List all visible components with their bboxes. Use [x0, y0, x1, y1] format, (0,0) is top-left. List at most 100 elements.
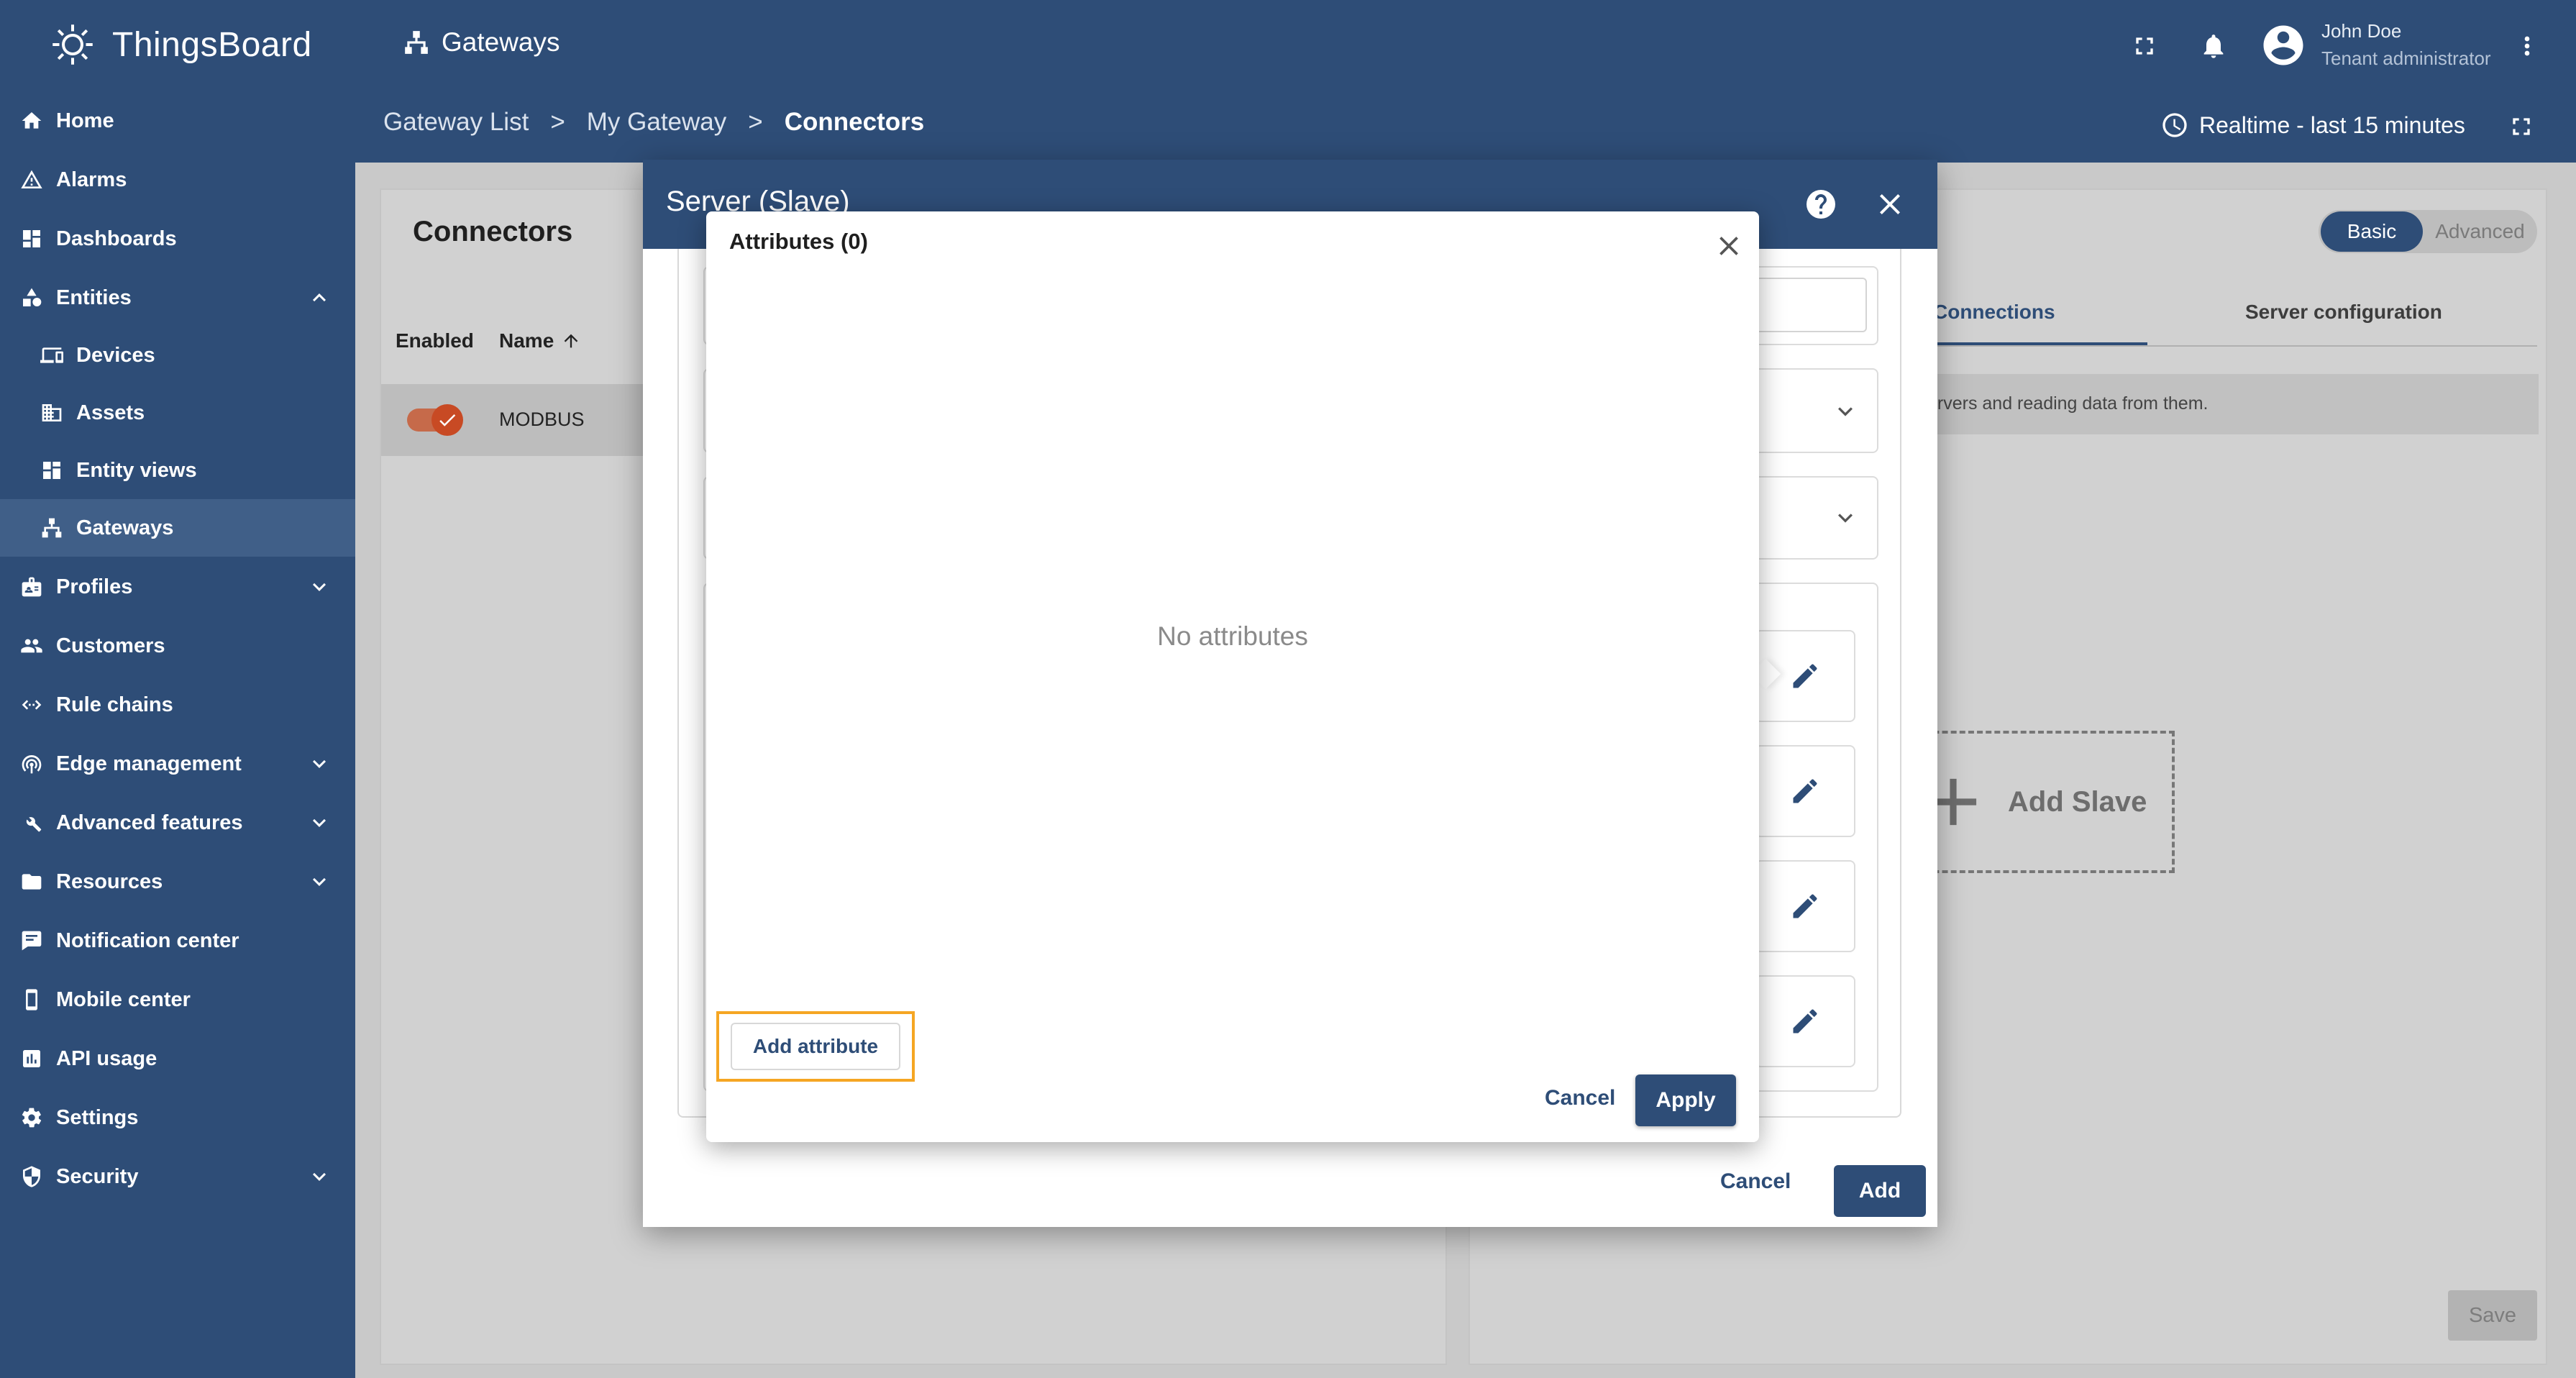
more-vert-icon[interactable]	[2510, 29, 2544, 63]
close-icon[interactable]	[1713, 230, 1745, 262]
sidebar-item-label: Profiles	[56, 575, 133, 598]
save-button[interactable]: Save	[2448, 1290, 2537, 1341]
logo[interactable]: ThingsBoard	[46, 16, 312, 73]
avatar[interactable]	[2260, 22, 2307, 69]
sidebar-item-api-usage[interactable]: API usage	[0, 1030, 355, 1087]
popover-apply-button[interactable]: Apply	[1635, 1074, 1736, 1126]
breadcrumb-connectors: Connectors	[784, 108, 925, 136]
sidebar-item-label: Security	[56, 1164, 139, 1188]
popover-cancel-button[interactable]: Cancel	[1545, 1086, 1615, 1110]
pencil-icon	[1793, 1009, 1817, 1034]
connectors-title: Connectors	[413, 216, 573, 247]
sidebar-item-label: Edge management	[56, 752, 242, 775]
sidebar-item-resources[interactable]: Resources	[0, 853, 355, 911]
add-slave-button[interactable]: Add Slave	[1907, 731, 2175, 873]
sidebar-item-mobile-center[interactable]: Mobile center	[0, 971, 355, 1028]
assets-icon	[39, 400, 65, 426]
gateways-icon	[405, 31, 428, 54]
user-role: Tenant administrator	[2321, 47, 2491, 69]
sidebar-item-rule-chains[interactable]: Rule chains	[0, 676, 355, 734]
sidebar-item-gateways[interactable]: Gateways	[0, 499, 355, 557]
tab-server-configuration[interactable]: Server configuration	[2245, 301, 2442, 324]
edit-button[interactable]	[1755, 745, 1855, 837]
dialog-add-button[interactable]: Add	[1834, 1165, 1926, 1217]
sidebar-item-home[interactable]: Home	[0, 92, 355, 150]
brand-name: ThingsBoard	[112, 25, 312, 64]
chevron-down-icon[interactable]	[1831, 397, 1860, 426]
arrow-up-icon	[564, 334, 578, 348]
sidebar-item-label: Customers	[56, 634, 165, 657]
sidebar-item-label: Devices	[76, 343, 155, 367]
fullscreen-icon[interactable]	[2127, 29, 2162, 63]
add-attribute-button[interactable]: Add attribute	[731, 1023, 900, 1070]
edge-icon	[19, 751, 45, 777]
user-name: John Doe	[2321, 20, 2402, 42]
sidebar-item-settings[interactable]: Settings	[0, 1089, 355, 1146]
breadcrumb-gateway-list[interactable]: Gateway List	[383, 108, 529, 137]
sidebar-item-customers[interactable]: Customers	[0, 617, 355, 675]
sidebar-item-entities[interactable]: Entities	[0, 269, 355, 327]
chevron-down-icon	[306, 1164, 332, 1190]
sidebar-item-dashboards[interactable]: Dashboards	[0, 210, 355, 268]
attributes-popover	[706, 211, 1759, 1142]
sidebar-item-assets[interactable]: Assets	[0, 384, 355, 442]
toggle-knob	[431, 404, 463, 436]
help-icon[interactable]	[1804, 187, 1838, 222]
edit-button[interactable]	[1755, 975, 1855, 1067]
sidebar-item-entity-views[interactable]: Entity views	[0, 442, 355, 499]
mode-advanced-button[interactable]: Advanced	[2423, 220, 2537, 243]
devices-icon	[39, 342, 65, 368]
thingsboard-logo-icon	[52, 24, 93, 65]
profiles-icon	[19, 574, 45, 600]
sidebar-item-label: Advanced features	[56, 811, 243, 834]
sidebar-item-label: Dashboards	[56, 227, 177, 250]
empty-state-text: No attributes	[1157, 621, 1308, 651]
sidebar-item-edge-management[interactable]: Edge management	[0, 735, 355, 793]
sidebar-item-label: Entities	[56, 286, 132, 309]
tab-connections[interactable]: Connections	[1933, 301, 2055, 324]
chevron-down-icon[interactable]	[1831, 503, 1860, 532]
sidebar-item-profiles[interactable]: Profiles	[0, 558, 355, 616]
sidebar-item-advanced-features[interactable]: Advanced features	[0, 794, 355, 852]
mode-basic-button[interactable]: Basic	[2321, 211, 2423, 252]
page-title-text: Gateways	[442, 27, 560, 57]
sidebar-item-label: Home	[56, 109, 114, 132]
breadcrumb-separator: >	[748, 108, 763, 136]
fullscreen-icon[interactable]	[2504, 109, 2539, 144]
timewindow-label: Realtime - last 15 minutes	[2199, 111, 2465, 138]
dialog-cancel-button[interactable]: Cancel	[1720, 1169, 1791, 1194]
shield-icon	[19, 1164, 45, 1190]
connector-name: MODBUS	[499, 409, 585, 430]
folder-icon	[19, 869, 45, 895]
chevron-down-icon	[306, 869, 332, 895]
mobile-icon	[19, 987, 45, 1013]
timewindow-button[interactable]: Realtime - last 15 minutes	[2160, 111, 2465, 140]
close-icon[interactable]	[1873, 187, 1907, 222]
customers-icon	[19, 633, 45, 659]
sidebar-item-label: Gateways	[76, 516, 174, 539]
column-header-enabled: Enabled	[396, 329, 474, 352]
entities-icon	[19, 285, 45, 311]
sidebar-item-label: Settings	[56, 1105, 139, 1129]
clock-icon	[2162, 113, 2187, 137]
chevron-down-icon	[306, 810, 332, 836]
check-icon	[439, 414, 456, 426]
gateways-icon	[39, 515, 65, 541]
sidebar-item-notification-center[interactable]: Notification center	[0, 912, 355, 969]
enabled-toggle[interactable]	[407, 404, 463, 436]
edit-button[interactable]	[1755, 860, 1855, 952]
warning-icon	[19, 167, 45, 193]
pencil-icon	[1793, 664, 1817, 688]
sidebar-item-label: Resources	[56, 870, 163, 893]
sidebar-item-security[interactable]: Security	[0, 1148, 355, 1205]
breadcrumb-my-gateway[interactable]: My Gateway	[587, 108, 727, 137]
entity-views-icon	[39, 457, 65, 483]
form-field[interactable]	[1755, 278, 1867, 332]
column-header-name[interactable]: Name	[499, 329, 581, 352]
bell-icon[interactable]	[2196, 29, 2231, 63]
column-header-label: Name	[499, 329, 554, 352]
sidebar-item-alarms[interactable]: Alarms	[0, 151, 355, 209]
sidebar-item-devices[interactable]: Devices	[0, 327, 355, 384]
notification-icon	[19, 928, 45, 954]
mode-toggle[interactable]: Basic Advanced	[2319, 210, 2537, 253]
